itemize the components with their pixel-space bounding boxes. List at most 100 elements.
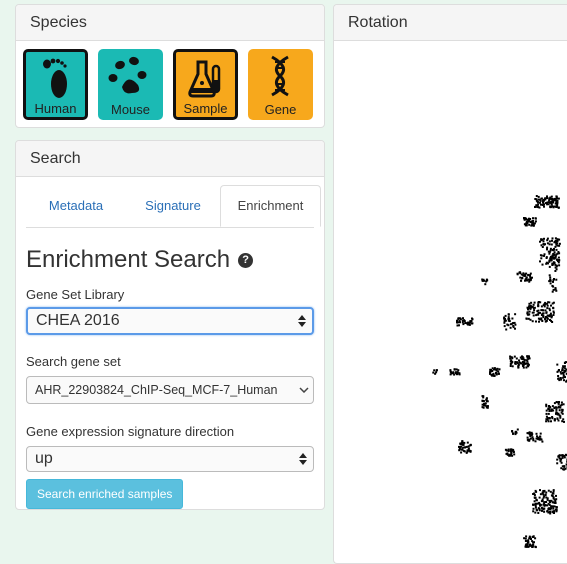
sample-point	[528, 537, 530, 539]
sample-point	[546, 202, 548, 204]
sample-point	[562, 377, 564, 379]
sample-point	[531, 545, 533, 547]
sample-point	[487, 407, 489, 409]
sample-point	[514, 361, 516, 363]
sample-point	[551, 321, 553, 323]
sample-point	[498, 373, 500, 375]
sample-point	[546, 195, 548, 197]
sample-point	[544, 198, 546, 200]
sample-point	[554, 407, 556, 409]
sample-point	[542, 246, 544, 248]
sample-point	[532, 223, 534, 225]
sample-point	[463, 450, 465, 452]
species-human-button[interactable]: Human	[23, 49, 88, 120]
sample-point	[552, 501, 554, 503]
species-mouse-button[interactable]: Mouse	[98, 49, 163, 120]
sample-point	[551, 315, 553, 317]
rotation-scatter-plot[interactable]	[334, 41, 567, 561]
sample-point	[518, 366, 520, 368]
sample-point	[555, 495, 557, 497]
sample-point	[519, 362, 521, 364]
sample-point	[546, 504, 548, 506]
tab-signature[interactable]: Signature	[126, 185, 220, 227]
sample-point	[525, 535, 527, 537]
sample-point	[524, 275, 526, 277]
sample-point	[541, 305, 543, 307]
sample-point	[551, 244, 553, 246]
sample-point	[553, 261, 555, 263]
sample-point	[534, 198, 536, 200]
sample-point	[468, 450, 470, 452]
sample-point	[562, 413, 564, 415]
sample-point	[552, 508, 554, 510]
search-enriched-samples-button[interactable]: Search enriched samples	[26, 479, 183, 509]
sample-point	[558, 403, 560, 405]
sample-point	[552, 281, 554, 283]
sample-point	[458, 324, 460, 326]
sample-point	[531, 434, 533, 436]
direction-select[interactable]: up	[26, 446, 314, 472]
sample-point	[556, 407, 558, 409]
sample-point	[514, 313, 516, 315]
sample-point	[469, 324, 471, 326]
sample-point	[511, 452, 513, 454]
sample-point	[531, 432, 533, 434]
sample-point	[531, 540, 533, 542]
sample-point	[539, 497, 541, 499]
sample-point	[528, 224, 530, 226]
sample-point	[458, 446, 460, 448]
sample-point	[546, 257, 548, 259]
sample-point	[549, 500, 551, 502]
sample-point	[550, 248, 552, 250]
sample-point	[503, 317, 505, 319]
sample-point	[558, 207, 560, 209]
sample-point	[546, 416, 548, 418]
tab-metadata[interactable]: Metadata	[26, 185, 126, 227]
library-select[interactable]: CHEA 2016	[26, 307, 314, 335]
sample-point	[520, 280, 522, 282]
sample-point	[514, 322, 516, 324]
sample-point	[559, 243, 561, 245]
direction-label: Gene expression signature direction	[26, 424, 314, 439]
sample-point	[466, 452, 468, 454]
sample-point	[554, 270, 556, 272]
sample-point	[436, 369, 438, 371]
sample-point	[539, 509, 541, 511]
sample-point	[542, 264, 544, 266]
sample-point	[552, 249, 554, 251]
sample-point	[524, 359, 526, 361]
type-gene-button[interactable]: Gene	[248, 49, 313, 120]
sample-point	[537, 512, 539, 514]
type-sample-button[interactable]: Sample	[173, 49, 238, 120]
sample-point	[555, 205, 557, 207]
sample-point	[526, 224, 528, 226]
sample-point	[432, 372, 434, 374]
gene-set-select[interactable]: AHR_22903824_ChIP-Seq_MCF-7_Human	[26, 376, 314, 404]
sample-point	[535, 440, 537, 442]
sample-point	[562, 465, 564, 467]
sample-point	[514, 324, 516, 326]
sample-point	[544, 243, 546, 245]
sample-point	[537, 201, 539, 203]
sample-point	[525, 273, 527, 275]
sample-point	[562, 457, 564, 459]
sample-point	[534, 537, 536, 539]
flask-icon	[176, 56, 235, 102]
sample-point	[463, 444, 465, 446]
sample-point	[554, 257, 556, 259]
sample-point	[522, 272, 524, 274]
sample-point	[563, 403, 565, 405]
help-icon[interactable]: ?	[238, 253, 253, 268]
sample-point	[556, 412, 558, 414]
sample-point	[506, 324, 508, 326]
sample-point	[557, 378, 559, 380]
sample-point	[525, 546, 527, 548]
sample-point	[543, 495, 545, 497]
sample-point	[547, 408, 549, 410]
sample-point	[561, 420, 563, 422]
sample-point	[553, 279, 555, 281]
sample-point	[561, 454, 563, 456]
tab-enrichment[interactable]: Enrichment	[220, 185, 321, 227]
sample-point	[550, 197, 552, 199]
sample-point	[536, 195, 538, 197]
